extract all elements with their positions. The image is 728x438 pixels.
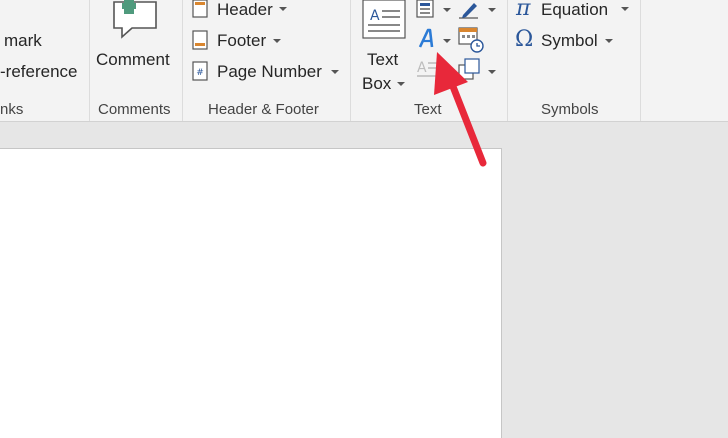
svg-text:A: A [417,60,427,76]
chevron-down-icon [279,7,287,11]
date-time-button[interactable] [458,27,486,53]
group-label-comments: Comments [98,101,171,118]
svg-text:A: A [370,8,380,24]
group-label-text: Text [414,101,442,118]
comment-icon [110,0,160,40]
footer-label: Footer [217,31,267,50]
document-page[interactable] [0,148,502,438]
header-icon [192,0,208,18]
group-separator [89,0,90,121]
equation-button[interactable]: π Equation [514,0,634,22]
symbol-button[interactable]: Ω Symbol [514,29,624,51]
symbol-label: Symbol [541,31,598,50]
group-label-links: nks [0,101,24,118]
text-box-button[interactable]: A Text Box [360,0,408,96]
group-separator [350,0,351,121]
equation-label: Equation [541,0,609,19]
cross-reference-button[interactable]: -reference [0,63,77,80]
chevron-down-icon [488,70,496,74]
footer-icon [192,30,208,50]
header-button[interactable]: Header [190,0,290,20]
footer-button[interactable]: Footer [190,29,290,51]
svg-text:#: # [196,68,204,78]
comment-label: Comment [96,50,170,69]
object-icon [458,58,482,82]
drop-cap-icon: A [416,58,438,82]
chevron-down-icon [605,39,613,43]
chevron-down-icon [397,82,405,86]
quick-parts-icon [416,0,434,18]
ribbon: mark -reference nks Comment Comments Hea… [0,0,728,122]
group-separator [507,0,508,121]
quick-parts-button[interactable] [416,0,456,20]
omega-icon: Ω [515,27,534,52]
cross-reference-label: -reference [0,62,78,81]
chevron-down-icon [443,8,451,12]
new-comment-button[interactable]: Comment [96,0,176,80]
group-separator [182,0,183,121]
group-label-symbols: Symbols [541,101,599,118]
text-box-label-line1: Text [367,50,399,69]
drop-cap-button[interactable]: A [416,58,440,84]
object-button[interactable] [458,58,498,84]
group-label-header-footer: Header & Footer [208,101,319,118]
header-label: Header [217,0,273,19]
chevron-down-icon [273,39,281,43]
wordart-button[interactable] [416,27,456,53]
bookmark-label: mark [4,31,42,50]
group-separator [640,0,641,121]
signature-pen-icon [458,0,480,20]
page-number-button[interactable]: # Page Number [190,60,340,82]
page-number-icon: # [192,61,208,81]
chevron-down-icon [443,39,451,43]
signature-line-button[interactable] [458,0,498,20]
pi-icon: π [516,0,531,21]
calendar-clock-icon [458,27,484,53]
chevron-down-icon [331,70,339,74]
text-box-label-line2: Box [362,74,392,93]
wordart-icon [417,27,437,51]
chevron-down-icon [621,7,629,11]
bookmark-button[interactable]: mark [4,32,42,49]
text-box-icon: A [362,0,406,40]
chevron-down-icon [488,8,496,12]
page-number-label: Page Number [217,62,322,81]
